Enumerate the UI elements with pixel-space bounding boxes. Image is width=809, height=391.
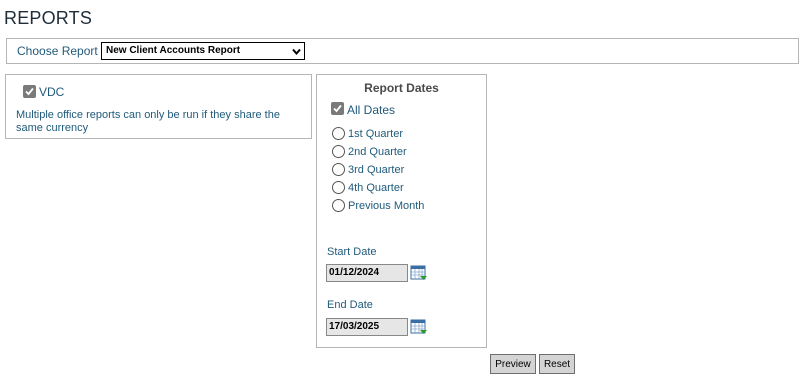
- choose-report-label: Choose Report: [17, 44, 98, 58]
- currency-warning: Multiple office reports can only be run …: [16, 109, 280, 134]
- report-select-value: New Client Accounts Report: [106, 45, 241, 56]
- radio-1st-quarter[interactable]: [332, 127, 345, 140]
- report-select[interactable]: New Client Accounts Report: [101, 42, 305, 60]
- checkmark-icon: [25, 87, 34, 96]
- page-title: REPORTS: [4, 8, 93, 28]
- checkmark-icon: [333, 104, 342, 113]
- radio-previous-month[interactable]: [332, 199, 345, 212]
- radio-label-previous-month: Previous Month: [348, 200, 425, 212]
- end-date-label: End Date: [327, 299, 373, 311]
- radio-label-2nd-quarter: 2nd Quarter: [348, 146, 407, 158]
- all-dates-label: All Dates: [347, 103, 396, 117]
- start-date-input[interactable]: 01/12/2024: [326, 264, 408, 282]
- start-date-label: Start Date: [327, 246, 377, 258]
- radio-3rd-quarter[interactable]: [332, 163, 345, 176]
- calendar-icon[interactable]: [410, 318, 428, 336]
- start-date-value: 01/12/2024: [329, 267, 380, 278]
- all-dates-checkbox[interactable]: [331, 102, 344, 115]
- radio-2nd-quarter[interactable]: [332, 145, 345, 158]
- radio-label-4th-quarter: 4th Quarter: [348, 182, 404, 194]
- preview-button[interactable]: Preview: [490, 354, 536, 374]
- reset-button[interactable]: Reset: [539, 354, 575, 374]
- vdc-checkbox[interactable]: [23, 85, 36, 98]
- office-panel: VDC Multiple office reports can only be …: [5, 74, 312, 139]
- report-dates-panel: Report Dates All Dates 1st Quarter 2nd Q…: [316, 74, 487, 348]
- radio-4th-quarter[interactable]: [332, 181, 345, 194]
- vdc-label: VDC: [39, 85, 65, 99]
- radio-label-1st-quarter: 1st Quarter: [348, 128, 404, 140]
- calendar-icon[interactable]: [410, 264, 428, 282]
- radio-label-3rd-quarter: 3rd Quarter: [348, 164, 405, 176]
- choose-report-bar: Choose Report New Client Accounts Report: [6, 38, 799, 64]
- chevron-down-icon: [292, 48, 301, 56]
- end-date-value: 17/03/2025: [329, 321, 380, 332]
- report-dates-heading: Report Dates: [364, 81, 439, 95]
- end-date-input[interactable]: 17/03/2025: [326, 318, 408, 336]
